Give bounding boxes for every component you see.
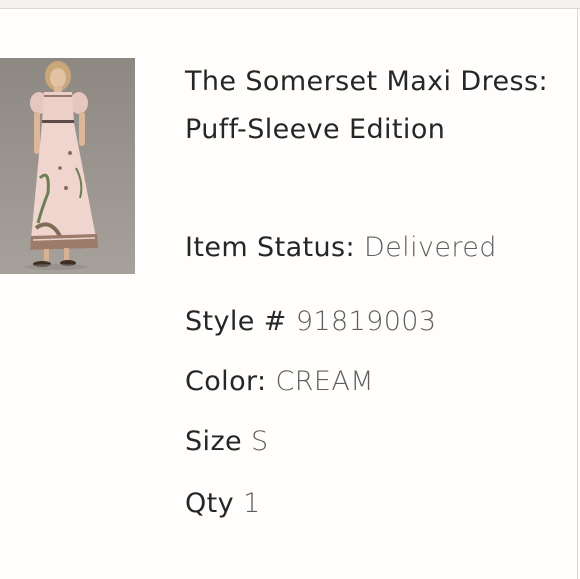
size-row: Size S [185,426,269,457]
color-row: Color: CREAM [185,366,374,397]
top-divider [0,0,580,9]
item-status-label: Item Status: [185,232,355,263]
style-row: Style # 91819003 [185,306,436,337]
qty-value: 1 [243,488,261,519]
qty-label: Qty [185,488,235,519]
product-photo-dress-icon [0,58,135,274]
color-label: Color: [185,366,267,397]
style-label: Style # [185,306,287,337]
product-title[interactable]: The Somerset Maxi Dress: Puff-Sleeve Edi… [185,58,565,154]
size-value: S [251,426,269,457]
product-image[interactable] [0,58,135,274]
qty-row: Qty 1 [185,488,261,519]
right-divider [577,8,578,579]
color-value: CREAM [275,366,374,397]
product-info: The Somerset Maxi Dress: Puff-Sleeve Edi… [185,58,565,154]
size-label: Size [185,426,243,457]
item-status-row: Item Status: Delivered [185,232,497,263]
item-status-value: Delivered [363,232,497,263]
style-value: 91819003 [295,306,437,337]
